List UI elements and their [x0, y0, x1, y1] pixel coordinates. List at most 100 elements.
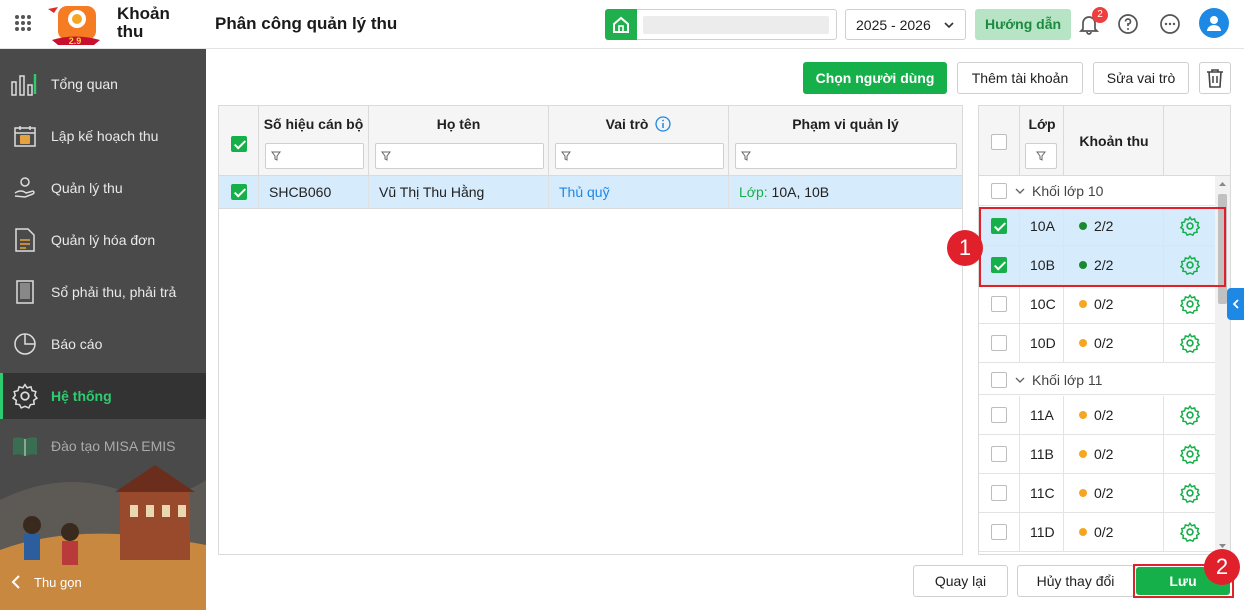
filter-icon — [741, 151, 751, 161]
home-button[interactable] — [605, 9, 637, 40]
class-select-all-column — [979, 106, 1020, 176]
app-grid-icon[interactable] — [14, 14, 32, 32]
settings-cell — [1164, 474, 1215, 512]
fees-value: 0/2 — [1094, 407, 1114, 423]
scope-prefix: Lớp: — [739, 184, 768, 200]
sidebar-item-reports[interactable]: Báo cáo — [0, 321, 206, 367]
scope-filter[interactable] — [735, 143, 957, 169]
sidebar-item-training[interactable]: Đào tạo MISA EMIS — [0, 423, 206, 469]
collapse-sidebar-button[interactable]: Thu gọn — [8, 573, 82, 591]
sidebar-item-label: Báo cáo — [51, 336, 103, 352]
row-checkbox[interactable] — [231, 184, 247, 200]
class-select-all-checkbox[interactable] — [991, 134, 1007, 150]
sidebar-item-label: Tổng quan — [51, 76, 118, 92]
edit-role-button[interactable]: Sửa vai trò — [1093, 62, 1189, 94]
sidebar-item-invoices[interactable]: Quản lý hóa đơn — [0, 217, 206, 263]
column-title: Lớp — [1028, 116, 1056, 132]
class-checkbox[interactable] — [991, 524, 1007, 540]
school-selector[interactable] — [637, 9, 837, 40]
app-name: Khoản thu — [117, 4, 170, 41]
sidebar-item-system[interactable]: Hệ thống — [0, 373, 206, 419]
status-dot — [1079, 300, 1087, 308]
status-dot — [1079, 411, 1087, 419]
gear-icon[interactable] — [1179, 522, 1200, 542]
settings-cell — [1164, 324, 1215, 362]
chevron-down-icon[interactable] — [1015, 186, 1025, 196]
side-panel-toggle[interactable] — [1227, 288, 1244, 320]
gear-icon[interactable] — [1179, 444, 1200, 464]
class-name: 11B — [1020, 435, 1064, 473]
sidebar-item-label: Quản lý thu — [51, 180, 123, 196]
full-name-filter[interactable] — [375, 143, 544, 169]
chevron-left-icon — [1232, 299, 1239, 309]
table-row[interactable]: SHCB060 Vũ Thị Thu Hằng Thủ quỹ Lớp: 10A… — [219, 176, 962, 209]
select-all-checkbox[interactable] — [231, 136, 247, 152]
gear-icon[interactable] — [1179, 333, 1200, 353]
sidebar-item-plan[interactable]: Lập kế hoạch thu — [0, 113, 206, 159]
staff-code-filter[interactable] — [265, 143, 364, 169]
back-button[interactable]: Quay lại — [913, 565, 1008, 597]
gear-icon[interactable] — [1179, 405, 1200, 425]
user-avatar[interactable] — [1199, 8, 1229, 38]
sidebar-item-ledger[interactable]: Sổ phải thu, phải trả — [0, 269, 206, 315]
gear-icon[interactable] — [1179, 294, 1200, 314]
role-cell[interactable]: Thủ quỹ — [549, 176, 729, 209]
group-row-grade-11[interactable]: Khối lớp 11 — [979, 365, 1215, 395]
class-filter[interactable] — [1025, 143, 1057, 169]
settings-cell — [1164, 285, 1215, 323]
status-dot — [1079, 489, 1087, 497]
class-name: 10C — [1020, 285, 1064, 323]
class-row[interactable]: 11D 0/2 — [979, 513, 1215, 552]
school-year-value: 2025 - 2026 — [856, 17, 931, 33]
class-checkbox[interactable] — [991, 407, 1007, 423]
class-name: 11D — [1020, 513, 1064, 551]
chevron-down-icon[interactable] — [1015, 375, 1025, 385]
help-button[interactable]: Hướng dẫn — [975, 9, 1071, 40]
chevron-left-icon — [11, 575, 20, 589]
row-checkbox-cell — [979, 435, 1020, 473]
sidebar-item-overview[interactable]: Tổng quan — [0, 61, 206, 107]
cancel-changes-button[interactable]: Hủy thay đổi — [1017, 565, 1134, 597]
gear-icon[interactable] — [1179, 483, 1200, 503]
fees-value: 0/2 — [1094, 335, 1114, 351]
class-checkbox[interactable] — [991, 296, 1007, 312]
add-account-button[interactable]: Thêm tài khoản — [957, 62, 1083, 94]
class-row[interactable]: 11B 0/2 — [979, 435, 1215, 474]
fees-value: 0/2 — [1094, 446, 1114, 462]
filter-icon — [561, 151, 571, 161]
users-table-header: Số hiệu cán bộ Họ tên Vai trò Phạm vi qu… — [219, 106, 962, 176]
more-options-icon[interactable] — [1159, 13, 1181, 35]
svg-text:2.9: 2.9 — [69, 36, 82, 46]
info-icon[interactable] — [655, 116, 671, 132]
filter-icon — [381, 151, 391, 161]
column-scope: Phạm vi quản lý — [729, 106, 962, 176]
group-row-grade-10[interactable]: Khối lớp 10 — [979, 176, 1215, 206]
chart-bars-icon — [11, 74, 37, 96]
fees-value: 0/2 — [1094, 524, 1114, 540]
status-dot — [1079, 528, 1087, 536]
fees-value: 0/2 — [1094, 296, 1114, 312]
row-checkbox-cell — [979, 396, 1020, 434]
question-circle-icon[interactable] — [1117, 13, 1139, 35]
column-title: Khoản thu — [1079, 133, 1149, 149]
class-checkbox[interactable] — [991, 485, 1007, 501]
choose-user-button[interactable]: Chọn người dùng — [803, 62, 947, 94]
class-row[interactable]: 10C 0/2 — [979, 285, 1215, 324]
class-name: 11A — [1020, 396, 1064, 434]
class-row[interactable]: 11C 0/2 — [979, 474, 1215, 513]
row-checkbox-cell — [979, 324, 1020, 362]
class-row[interactable]: 10D 0/2 — [979, 324, 1215, 363]
row-checkbox-cell — [979, 285, 1020, 323]
sidebar-item-manage-fees[interactable]: Quản lý thu — [0, 165, 206, 211]
scroll-up-icon[interactable] — [1218, 180, 1227, 188]
class-checkbox[interactable] — [991, 446, 1007, 462]
school-year-select[interactable]: 2025 - 2026 — [845, 9, 966, 40]
group-checkbox[interactable] — [991, 182, 1007, 199]
class-row[interactable]: 11A 0/2 — [979, 396, 1215, 435]
delete-button[interactable] — [1199, 62, 1231, 94]
group-checkbox[interactable] — [991, 371, 1007, 388]
class-checkbox[interactable] — [991, 335, 1007, 351]
top-header: 2.9 Khoản thu Phân công quản lý thu 2025… — [0, 0, 1244, 49]
ledger-book-icon — [16, 280, 34, 304]
role-filter[interactable] — [555, 143, 724, 169]
